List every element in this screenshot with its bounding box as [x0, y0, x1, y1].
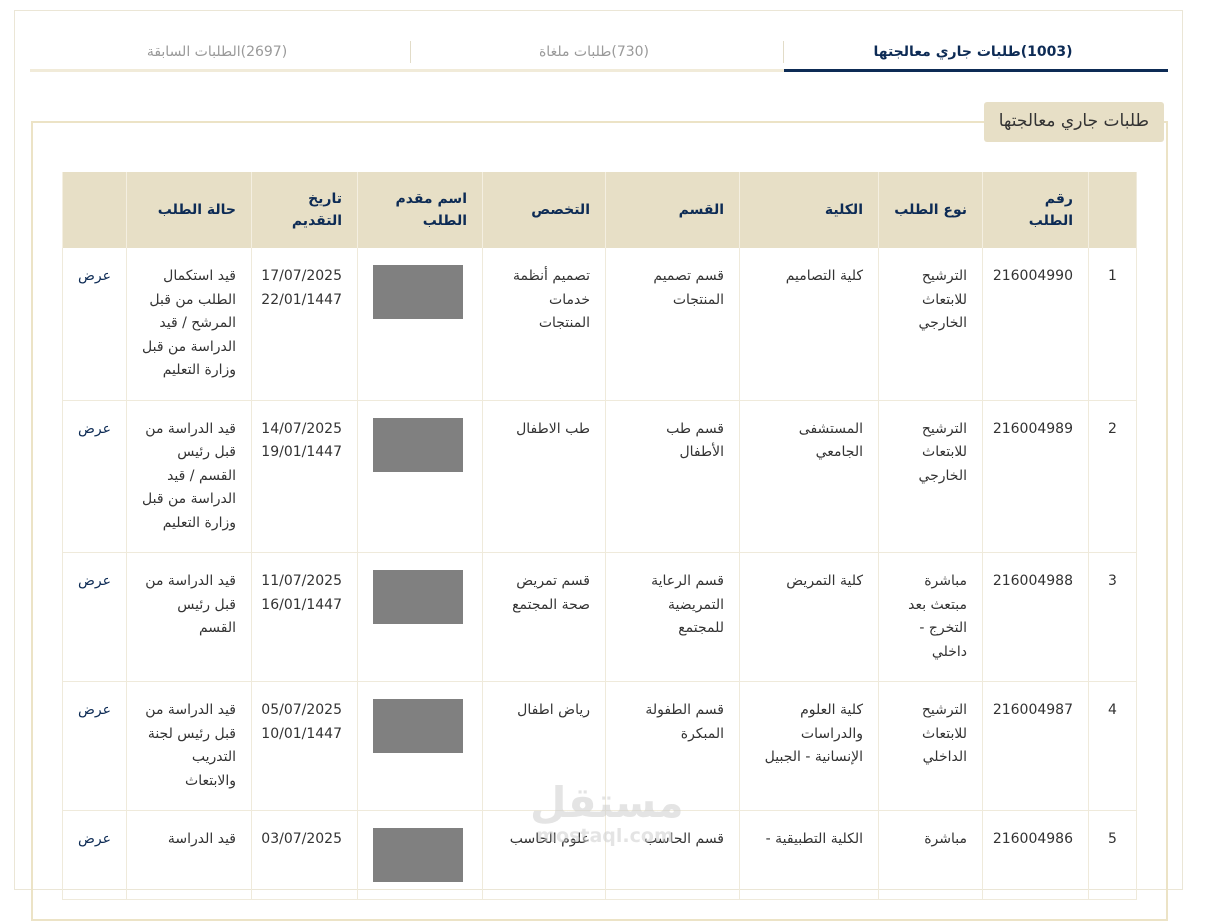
view-button[interactable]: عرض: [78, 831, 111, 847]
applicant-cell: [357, 810, 483, 900]
gregorian-date: 05/07/2025: [261, 702, 342, 718]
request-id: 216004988: [982, 552, 1089, 682]
row-index: 2: [1088, 400, 1137, 553]
major: طب الاطفال: [482, 400, 606, 553]
tab-previous[interactable]: الطلبات السابقة (2697): [30, 34, 410, 69]
submission-date: 11/07/2025 16/01/1447: [251, 552, 358, 682]
hijri-date: 19/01/1447: [261, 444, 342, 460]
hijri-date: 22/01/1447: [261, 291, 342, 308]
col-header-request-id: رقم الطلب: [982, 172, 1089, 248]
col-header-request-type: نوع الطلب: [878, 172, 983, 248]
view-button[interactable]: عرض: [78, 573, 111, 589]
request-type: الترشيح للابتعاث الخارجي: [878, 400, 983, 553]
college: كلية التصاميم: [739, 248, 879, 401]
action-cell: عرض: [62, 400, 127, 553]
submission-date: 05/07/2025 10/01/1447: [251, 681, 358, 811]
view-button[interactable]: عرض: [78, 268, 111, 284]
applicant-name-redacted: [373, 417, 463, 472]
gregorian-date: 17/07/2025: [261, 268, 342, 284]
tab-cancelled[interactable]: طلبات ملغاة (730): [411, 34, 783, 69]
major: رياض اطفال: [482, 681, 606, 811]
submission-date: 03/07/2025: [251, 810, 358, 900]
request-id: 216004987: [982, 681, 1089, 811]
college: كلية العلوم والدراسات الإنسانية - الجبيل: [739, 681, 879, 811]
request-type: مباشرة: [878, 810, 983, 900]
row-index: 1: [1088, 248, 1137, 401]
view-button[interactable]: عرض: [78, 702, 111, 718]
applicant-name-redacted: [373, 828, 463, 882]
gregorian-date: 11/07/2025: [261, 573, 342, 589]
request-status: قيد الدراسة من قبل رئيس لجنة التدريب وال…: [126, 681, 252, 811]
gregorian-date: 14/07/2025: [261, 420, 342, 437]
row-index: 4: [1088, 681, 1137, 811]
department: قسم الحاسب: [605, 810, 740, 900]
hijri-date: 10/01/1447: [261, 725, 342, 742]
request-status: قيد الدراسة من قبل رئيس القسم: [126, 552, 252, 682]
tab-label: طلبات جاري معالجتها: [873, 43, 1021, 60]
applicant-cell: [357, 400, 483, 553]
request-id: 216004990: [982, 248, 1089, 401]
col-header-action: [62, 172, 127, 248]
department: قسم طب الأطفال: [605, 400, 740, 553]
department: قسم تصميم المنتجات: [605, 248, 740, 401]
major: علوم الحاسب: [482, 810, 606, 900]
request-type: الترشيح للابتعاث الداخلي: [878, 681, 983, 811]
tab-count: (730): [611, 43, 650, 60]
request-id: 216004986: [982, 810, 1089, 900]
submission-date: 17/07/2025 22/01/1447: [251, 248, 358, 401]
table-row: 4 216004987 الترشيح للابتعاث الداخلي كلية ا…: [62, 681, 1137, 811]
row-index: 5: [1088, 810, 1137, 900]
tab-count: (1003): [1020, 43, 1073, 60]
department: قسم الطفولة المبكرة: [605, 681, 740, 811]
table-row: 5 216004986 مباشرة الكلية التطبيقية - قسم ال…: [62, 810, 1137, 900]
table-header-row: رقم الطلب نوع الطلب الكلية القسم التخصص …: [62, 172, 1137, 248]
col-header-major: التخصص: [482, 172, 606, 248]
view-button[interactable]: عرض: [78, 421, 111, 437]
tab-in-progress[interactable]: طلبات جاري معالجتها (1003): [784, 34, 1168, 72]
applicant-name-redacted: [373, 699, 463, 753]
action-cell: عرض: [62, 681, 127, 811]
col-header-applicant: اسم مقدم الطلب: [357, 172, 483, 248]
applicant-cell: [357, 552, 483, 682]
applicant-name-redacted: [373, 265, 463, 319]
action-cell: عرض: [62, 552, 127, 682]
action-cell: عرض: [62, 248, 127, 401]
table-row: 3 216004988 مباشرة مبتعث بعد التخرج - داخل…: [62, 552, 1137, 682]
tab-label: الطلبات السابقة: [146, 43, 241, 60]
major: قسم تمريض صحة المجتمع: [482, 552, 606, 682]
applicant-name-redacted: [373, 570, 463, 624]
department: قسم الرعاية التمريضية للمجتمع: [605, 552, 740, 682]
major: تصميم أنظمة خدمات المنتجات: [482, 248, 606, 401]
applicant-cell: [357, 248, 483, 401]
col-header-status: حالة الطلب: [126, 172, 252, 248]
request-status: قيد الدراسة من قبل رئيس القسم / قيد الدر…: [126, 400, 252, 553]
applicant-cell: [357, 681, 483, 811]
col-header-date: تاريخ التقديم: [251, 172, 358, 248]
request-status: قيد استكمال الطلب من قبل المرشح / قيد ال…: [126, 248, 252, 401]
col-header-college: الكلية: [739, 172, 879, 248]
college: المستشفى الجامعي: [739, 400, 879, 553]
college: الكلية التطبيقية -: [739, 810, 879, 900]
tab-bar: طلبات جاري معالجتها (1003) طلبات ملغاة (…: [30, 34, 1168, 72]
tab-count: (2697): [240, 43, 288, 60]
request-type: الترشيح للابتعاث الخارجي: [878, 248, 983, 401]
section-title: طلبات جاري معالجتها: [983, 102, 1164, 142]
request-id: 216004989: [982, 400, 1089, 553]
college: كلية التمريض: [739, 552, 879, 682]
col-header-department: القسم: [605, 172, 740, 248]
row-index: 3: [1088, 552, 1137, 682]
request-status: قيد الدراسة: [126, 810, 252, 900]
tab-label: طلبات ملغاة: [538, 43, 612, 60]
table-row: 2 216004989 الترشيح للابتعاث الخارجي المستش…: [62, 400, 1137, 553]
requests-table: رقم الطلب نوع الطلب الكلية القسم التخصص …: [62, 172, 1137, 900]
hijri-date: 16/01/1447: [261, 596, 342, 613]
request-type: مباشرة مبتعث بعد التخرج - داخلي: [878, 552, 983, 682]
gregorian-date: 03/07/2025: [261, 831, 342, 847]
action-cell: عرض: [62, 810, 127, 900]
submission-date: 14/07/2025 19/01/1447: [251, 400, 358, 553]
col-header-index: [1088, 172, 1137, 248]
table-row: 1 216004990 الترشيح للابتعاث الخارجي كلية ا…: [62, 248, 1137, 401]
